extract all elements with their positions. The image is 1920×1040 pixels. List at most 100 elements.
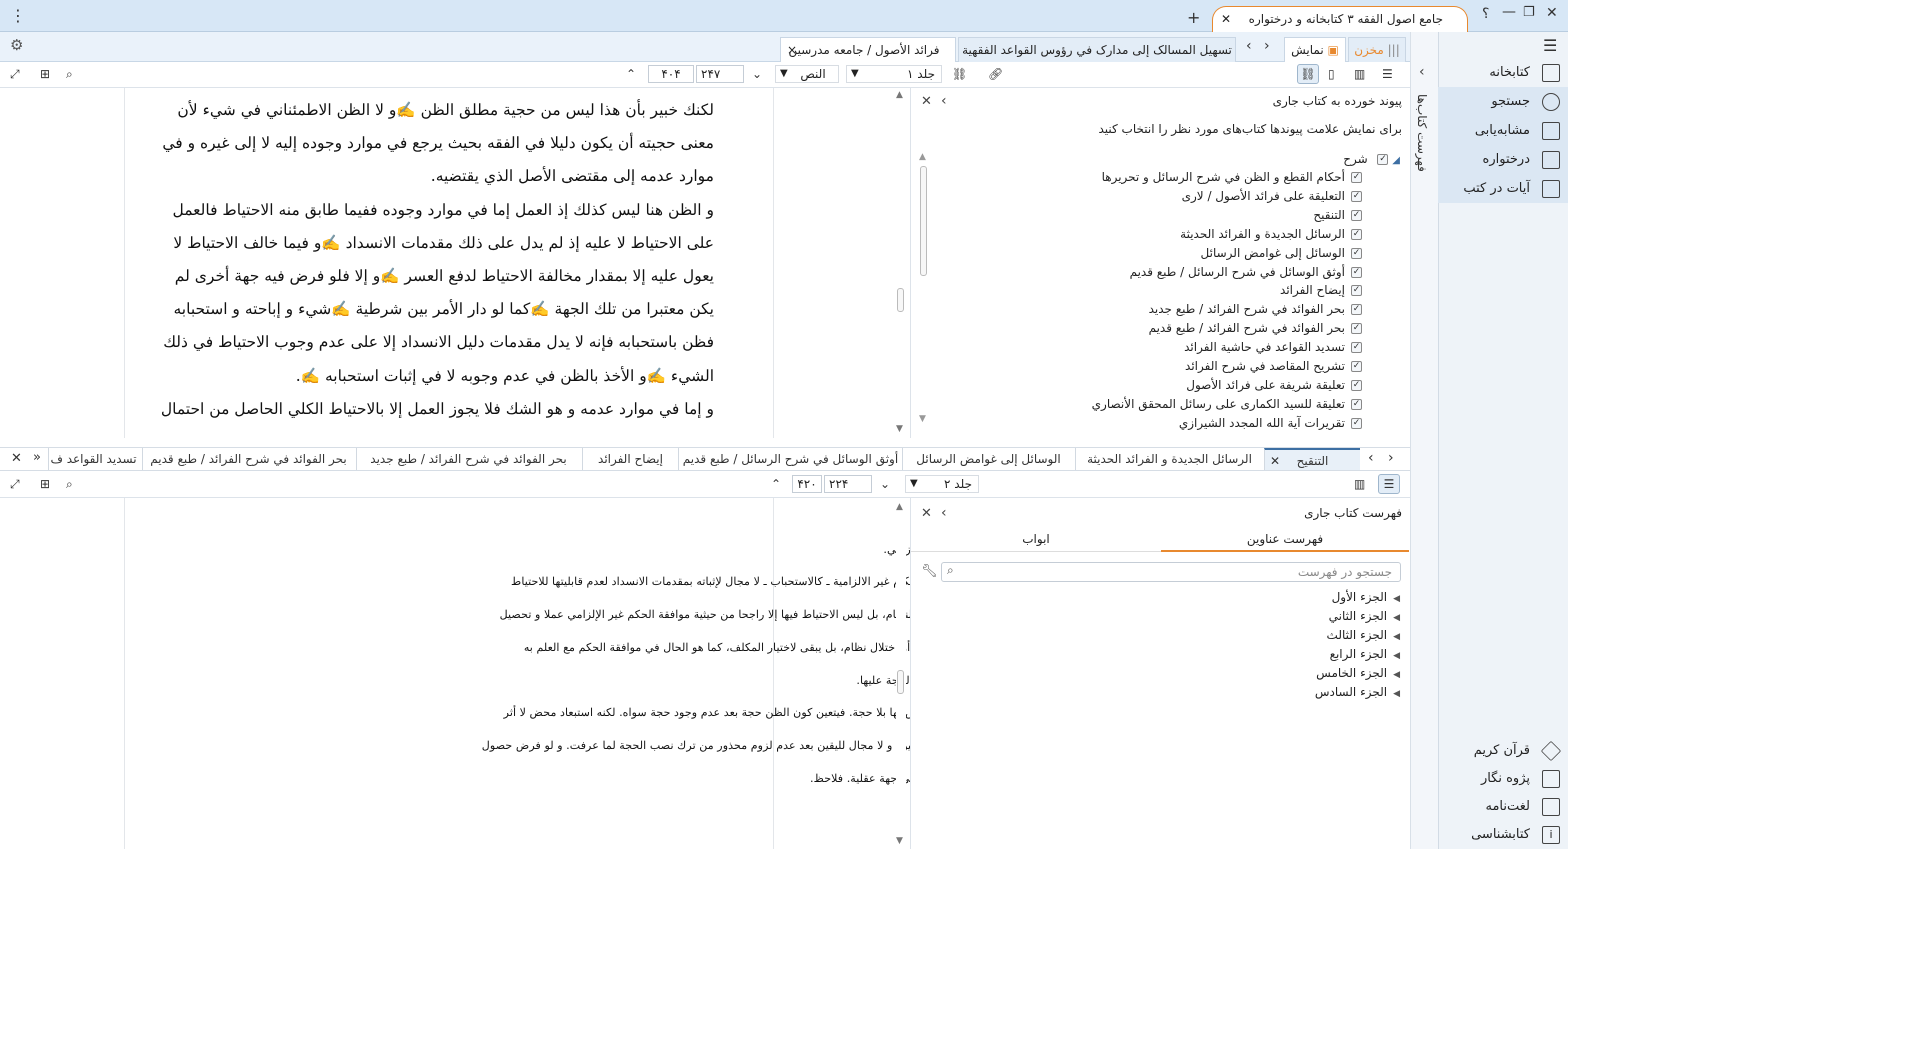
page-down-icon[interactable]: ⌄ — [880, 475, 890, 493]
checkbox[interactable]: ✓ — [1351, 266, 1362, 278]
links-list-item[interactable]: ✓ التعلیقة علی فرائد الأصول / لاری — [1182, 189, 1362, 208]
bottom-tab[interactable]: تسدید القواعد ف — [48, 448, 138, 470]
tab-fraid-alusul[interactable]: × فرائد الأصول / جامعه مدرسین — [780, 37, 956, 62]
links-list-item[interactable]: ✓ التنقیح — [1313, 208, 1362, 227]
tab-titles[interactable]: فهرست عناوین — [1161, 526, 1409, 552]
bottom-tab[interactable]: الرسائل الجدیدة و الفرائد الحدیثة — [1075, 448, 1263, 470]
checkbox[interactable]: ✓ — [1351, 190, 1362, 202]
vertical-label[interactable]: فهرست کتاب‌ها — [1415, 94, 1429, 172]
help-button[interactable]: ؟ — [1482, 6, 1489, 22]
sidebar-item-bibliography[interactable]: i کتابشناسی — [1438, 820, 1568, 849]
close-tab-icon[interactable]: ✕ — [1270, 450, 1280, 472]
bottom-tab[interactable]: بحر الفوائد في شرح الفرائد / طبع قدیم — [142, 448, 354, 470]
scroll-thumb[interactable] — [897, 288, 904, 312]
checkbox[interactable]: ✓ — [1351, 323, 1362, 335]
links-scrollbar[interactable]: ▲ ▼ — [919, 152, 929, 428]
links-list-item[interactable]: ✓ إیضاح الفرائد — [1280, 283, 1362, 302]
links-list-item[interactable]: ✓ بحر الفوائد في شرح الفرائد / طبع قدیم — [1149, 321, 1362, 340]
book-icon[interactable]: ▥ — [1354, 65, 1365, 83]
sidebar-item-notes[interactable]: پژوه نگار — [1438, 764, 1568, 793]
toc-item[interactable]: ◀ الجزء الرابع — [1330, 647, 1400, 661]
chevron-left-icon[interactable]: ‹ — [941, 505, 947, 521]
expand-triangle-icon[interactable]: ◀ — [1393, 651, 1400, 661]
sidebar-item-tree[interactable]: درختواره — [1438, 145, 1568, 174]
volume-select[interactable]: ▼ جلد ۱ — [846, 65, 942, 83]
checkbox[interactable]: ✓ — [1351, 342, 1362, 354]
links-list-item[interactable]: ✓ تسدید القواعد في حاشیة الفرائد — [1184, 340, 1362, 359]
sidebar-item-search[interactable]: جستجو — [1438, 87, 1568, 116]
link-icon[interactable]: 🔗︎ — [988, 65, 1003, 83]
checkbox[interactable]: ✓ — [1377, 154, 1389, 165]
toc-item[interactable]: ◀ الجزء الثالث — [1327, 628, 1400, 642]
links-list-item[interactable]: ✓ بحر الفوائد في شرح الفرائد / طبع جدید — [1149, 302, 1362, 321]
compare-icon[interactable]: ⊞ — [40, 475, 50, 493]
sidebar-item-quran[interactable]: قرآن کریم — [1438, 736, 1568, 765]
tab-next-arrow-icon[interactable]: › — [1264, 38, 1270, 54]
expand-triangle-icon[interactable]: ◀ — [1393, 689, 1400, 699]
sidebar-item-similar[interactable]: مشابه‌یابی — [1438, 116, 1568, 145]
toc-tools-icon[interactable]: 🔧︎ — [921, 564, 938, 579]
expand-triangle-icon[interactable]: ◀ — [1393, 594, 1400, 604]
tab-next-arrow-icon[interactable]: ‹ — [1368, 450, 1374, 466]
links-list-item[interactable]: ✓ تعلیقة للسید الکماری علی رسائل المحقق ا… — [1092, 397, 1362, 416]
reader-top-scrollbar[interactable]: ▲ ▼ — [896, 90, 906, 436]
tab-prev-arrow-icon[interactable]: ‹ — [1246, 38, 1252, 54]
expand-icon[interactable]: ⤢ — [10, 475, 20, 493]
tree-root-row[interactable]: ◢ ✓ شرح — [1343, 152, 1400, 171]
expand-triangle-icon[interactable]: ◀ — [1393, 670, 1400, 680]
toc-item[interactable]: ◀ الجزء الأول — [1332, 590, 1400, 604]
bookmark-icon[interactable]: ▯ — [1328, 65, 1335, 83]
toc-item[interactable]: ◀ الجزء الثاني — [1329, 609, 1400, 623]
checkbox[interactable]: ✓ — [1351, 361, 1362, 372]
expand-icon[interactable]: ⤢ — [10, 65, 20, 83]
mode-select[interactable]: ▼ النص — [775, 65, 839, 83]
bottom-tab[interactable]: ✕ التنقیح — [1264, 448, 1360, 470]
scroll-thumb[interactable] — [897, 670, 904, 694]
more-tabs-icon[interactable]: » — [33, 450, 41, 465]
compare-icon[interactable]: ⊞ — [40, 65, 50, 83]
search-icon[interactable]: ⌕ — [66, 475, 73, 493]
links-list-item[interactable]: ✓ تشریح المقاصد في شرح الفرائد — [1185, 359, 1362, 378]
tab-prev-arrow-icon[interactable]: › — [1388, 450, 1394, 466]
page-up-icon[interactable]: ⌃ — [771, 475, 781, 493]
expand-triangle-icon[interactable]: ◀ — [1393, 613, 1400, 623]
page-input[interactable]: ۲۴۷ — [696, 65, 744, 83]
toc-search-box[interactable]: ⌕ جستجو در فهرست — [941, 562, 1401, 582]
scroll-down-icon[interactable]: ▼ — [896, 836, 903, 846]
scroll-down-icon[interactable]: ▼ — [919, 414, 926, 424]
search-icon[interactable]: ⌕ — [66, 65, 73, 83]
close-icon[interactable]: ✕ — [11, 451, 22, 466]
close-tab-icon[interactable]: × — [787, 38, 797, 62]
links-list-item[interactable]: ✓ أحکام القطع و الظن في شرح الرسائل و تحر… — [1102, 170, 1362, 189]
tab-chapters[interactable]: ابواب — [911, 526, 1161, 552]
bottom-tab[interactable]: الوسائل إلی غوامض الرسائل — [902, 448, 1074, 470]
toc-item[interactable]: ◀ الجزء السادس — [1315, 685, 1400, 699]
volume-select[interactable]: ▼ جلد ۲ — [905, 475, 979, 493]
chevron-left-icon[interactable]: ‹ — [941, 93, 947, 109]
expand-triangle-icon[interactable]: ◢ — [1392, 155, 1400, 166]
checkbox[interactable]: ✓ — [1351, 417, 1362, 429]
toc-item[interactable]: ◀ الجزء الخامس — [1316, 666, 1400, 680]
page-down-icon[interactable]: ⌄ — [752, 65, 762, 83]
link-active-icon[interactable]: ⛓ — [1297, 64, 1319, 84]
checkbox[interactable]: ✓ — [1351, 304, 1362, 316]
settings-gear-icon[interactable]: ⚙ — [10, 36, 23, 54]
scroll-up-icon[interactable]: ▲ — [896, 502, 903, 512]
tab-tashil-almasalik[interactable]: تسهیل المسالک إلی مدارک في رؤوس القواعد … — [958, 37, 1236, 62]
checkbox[interactable]: ✓ — [1351, 398, 1362, 410]
scroll-down-icon[interactable]: ▼ — [896, 424, 903, 434]
new-tab-button[interactable]: + — [1187, 8, 1200, 27]
unlink-icon[interactable]: ⛓ — [952, 65, 967, 83]
close-panel-icon[interactable]: ✕ — [921, 506, 932, 521]
sidebar-item-library[interactable]: کتابخانه — [1438, 58, 1568, 87]
menu-kebab-icon[interactable]: ⋮ — [10, 6, 26, 25]
sidebar-item-dictionary[interactable]: لغت‌نامه — [1438, 792, 1568, 821]
close-panel-icon[interactable]: ✕ — [921, 94, 932, 109]
scroll-up-icon[interactable]: ▲ — [896, 90, 903, 100]
links-list-item[interactable]: ✓ الوسائل إلی غوامض الرسائل — [1201, 246, 1362, 265]
links-list-item[interactable]: ✓ تعلیقة شریفة علی فرائد الأصول — [1186, 378, 1362, 397]
maximize-button[interactable]: ❐ — [1523, 5, 1535, 20]
page-input[interactable]: ۲۲۴ — [824, 475, 872, 493]
sidebar-item-verses[interactable]: آیات در کتب — [1438, 174, 1568, 203]
bottom-tab[interactable]: بحر الفوائد في شرح الفرائد / طبع جدید — [356, 448, 580, 470]
